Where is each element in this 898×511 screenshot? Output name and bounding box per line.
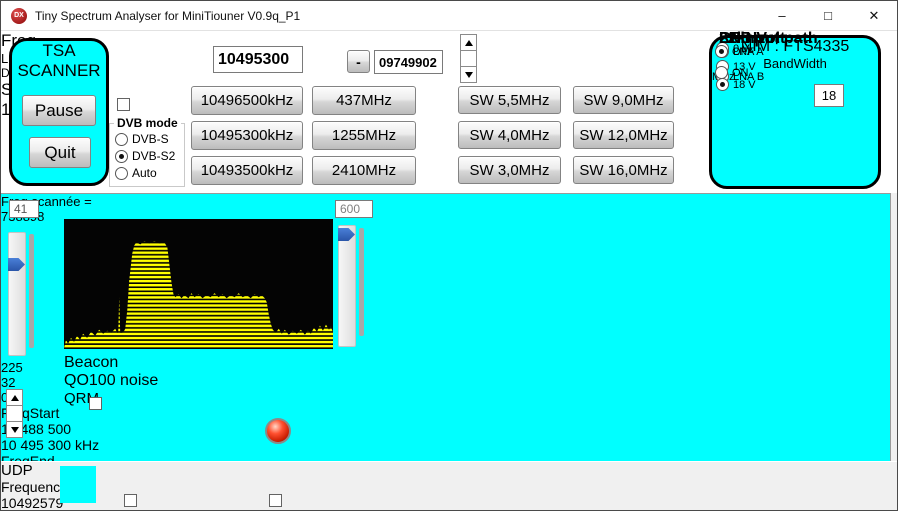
preset-10495300-button[interactable]: 10495300kHz [191,121,303,150]
volt-18-label: 18 V [733,79,756,91]
detect-checkbox[interactable] [117,98,130,111]
down-arrow-icon [465,72,473,78]
tsa-scanner-box: TSA SCANNER Pause Quit [9,38,109,186]
dvb-mode-title: DVB mode [114,116,181,130]
down-arrow-icon [11,427,19,433]
volt-18-radio-icon[interactable] [716,78,729,91]
lock-led-red [265,418,291,444]
freq-start-label: FreqStart [1,405,890,421]
frequency-label: Frequency [1,479,898,495]
udp-led-green [64,470,92,498]
tone-off-radio-icon[interactable] [715,45,728,58]
auto-radio-icon[interactable] [115,167,128,180]
tone-off-label: OFF [732,46,754,58]
preset-10493500-button[interactable]: 10493500kHz [191,156,303,185]
step-down-button[interactable] [6,421,23,438]
minimize-button[interactable]: – [759,1,805,31]
rf-input-group: RFinput path LNA A LNA B [712,83,774,141]
nim-box: NIM : FTS4335 BandWidth 18 MHz RFinput p… [709,35,881,189]
bottom-bar: UDP Frequency 10492579 Offset 9749995 Sy… [1,461,898,511]
dvb-s-label: DVB-S [132,132,169,146]
scanwidth-spinner [460,35,477,83]
preset-1255mhz-button[interactable]: 1255MHz [312,121,416,150]
wide-scan-checkbox[interactable] [124,494,137,507]
step-up-button[interactable] [6,389,23,406]
dvb-s2-label: DVB-S2 [132,149,175,163]
low-sr-checkbox[interactable] [269,494,282,507]
radio-18v[interactable]: 18 V [716,78,756,91]
lo-input[interactable]: 09749902 [374,50,443,74]
sw-12-0-button[interactable]: SW 12,0MHz [573,121,674,149]
beacon-annotation: Beacon [64,354,333,372]
sw-5-5-button[interactable]: SW 5,5MHz [458,86,561,114]
dvb-mode-group: DVB mode DVB-S DVB-S2 Auto [109,123,185,187]
pause-button[interactable]: Pause [22,95,96,126]
lo-minus-button[interactable]: - [347,50,370,73]
scanwidth-spin-body[interactable] [460,50,477,67]
right-slider[interactable] [338,225,356,347]
bandwidth-input[interactable]: 18 [814,84,844,107]
dvb-s2-radio-icon[interactable] [115,150,128,163]
tsa-title-line2: SCANNER [12,61,106,81]
close-button[interactable]: ✕ [851,1,897,31]
tsa-title-line1: TSA [12,41,106,61]
spectrum-display: Beacon QO100 noise QRM [64,219,333,349]
auto-send-checkbox[interactable] [89,397,102,410]
up-arrow-icon [465,40,473,46]
app-window: DX Tiny Spectrum Analyser for MiniTioune… [0,0,898,511]
app-icon: DX [11,8,27,24]
freq-start-value: 10 488 500 [1,421,890,437]
auto-label: Auto [132,166,157,180]
radio-22khz-on[interactable]: ON [715,66,749,79]
qrm-annotation: QRM [64,390,333,407]
radio-dvb-s2[interactable]: DVB-S2 [115,149,175,163]
title-bar: DX Tiny Spectrum Analyser for MiniTioune… [1,1,897,31]
sw-4-0-button[interactable]: SW 4,0MHz [458,121,561,149]
preset-2410mhz-button[interactable]: 2410MHz [312,156,416,185]
scanwidth-down-button[interactable] [460,66,477,83]
freq-input[interactable]: 10495300 [213,46,303,73]
right-gain-input[interactable]: 600 [335,200,373,218]
radio-dvb-s[interactable]: DVB-S [115,132,169,146]
scanwidth-up-button[interactable] [460,34,477,51]
step-spin-body[interactable] [6,405,23,422]
freq-center-value: 10 495 300 kHz [1,437,890,453]
left-slider-scale-bar [29,234,34,348]
window-title: Tiny Spectrum Analyser for MiniTiouner V… [35,9,300,23]
tone-on-radio-icon[interactable] [715,66,728,79]
up-arrow-icon [11,395,19,401]
tone-on-label: ON [732,67,749,79]
freq-scanned-label: Freq scannée = [1,194,890,209]
maximize-button[interactable]: □ [805,1,851,31]
udp-label: UDP [1,462,898,479]
preset-437mhz-button[interactable]: 437MHz [312,86,416,115]
udp-led-chip [60,466,96,503]
sw-3-0-button[interactable]: SW 3,0MHz [458,156,561,184]
spectrum-plot [64,219,333,349]
radio-22khz-off[interactable]: OFF [715,45,754,58]
left-gain-input[interactable]: 41 [9,200,39,218]
main-area: Freq scannée = 738898 41 225 32 0 Beacon… [1,193,891,461]
dvb-s-radio-icon[interactable] [115,133,128,146]
radio-auto[interactable]: Auto [115,166,157,180]
left-slider[interactable] [8,232,26,356]
right-slider-scale-bar [359,228,364,336]
preset-10496500-button[interactable]: 10496500kHz [191,86,303,115]
step-spinner [6,390,23,438]
sw-16-0-button[interactable]: SW 16,0MHz [573,156,674,184]
sw-9-0-button[interactable]: SW 9,0MHz [573,86,674,114]
qo100-noise-annotation: QO100 noise [64,372,333,390]
quit-button[interactable]: Quit [29,137,91,168]
top-panel: TSA SCANNER Pause Quit Freq 10495300 L.O… [1,31,898,193]
